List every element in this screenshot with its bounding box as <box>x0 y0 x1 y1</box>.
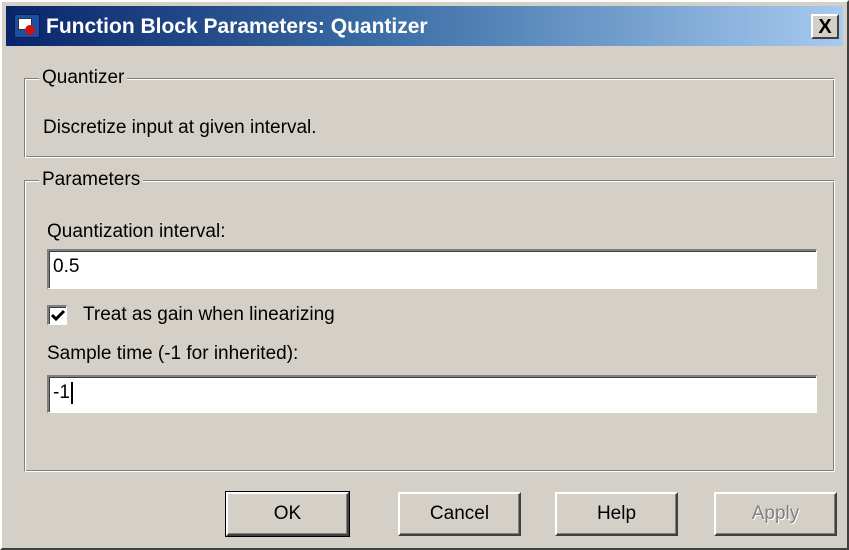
help-button[interactable]: Help <box>555 492 678 536</box>
quantization-interval-label: Quantization interval: <box>47 221 226 242</box>
treat-as-gain-label[interactable]: Treat as gain when linearizing <box>83 304 335 326</box>
text-cursor <box>70 382 73 404</box>
sample-time-value: -1 <box>53 382 70 404</box>
close-button[interactable]: X <box>811 14 839 39</box>
apply-button[interactable]: Apply <box>714 492 837 536</box>
quantizer-group-title: Quantizer <box>39 67 128 89</box>
window-title: Function Block Parameters: Quantizer <box>46 15 428 38</box>
cancel-button[interactable]: Cancel <box>398 492 521 536</box>
parameters-groupbox: Parameters Quantization interval: 0.5 Tr… <box>24 169 835 472</box>
apply-button-label: Apply <box>751 503 800 524</box>
ok-button-label: OK <box>273 503 302 524</box>
help-button-label: Help <box>596 503 637 524</box>
dialog-window: Function Block Parameters: Quantizer X Q… <box>0 0 849 550</box>
sample-time-label: Sample time (-1 for inherited): <box>47 343 299 364</box>
cancel-button-label: Cancel <box>429 503 490 524</box>
sample-time-field[interactable]: -1 <box>47 375 817 413</box>
treat-as-gain-checkbox[interactable] <box>47 305 67 325</box>
checkmark-icon <box>50 309 66 322</box>
quantization-interval-value: 0.5 <box>53 256 80 277</box>
quantization-interval-field[interactable]: 0.5 <box>47 249 817 289</box>
block-description: Discretize input at given interval. <box>43 117 317 138</box>
close-icon: X <box>818 15 832 38</box>
simulink-block-icon <box>14 14 40 38</box>
ok-button[interactable]: OK <box>225 491 350 537</box>
title-bar[interactable]: Function Block Parameters: Quantizer X <box>6 6 843 46</box>
parameters-group-title: Parameters <box>39 169 144 191</box>
quantizer-groupbox: Quantizer Discretize input at given inte… <box>24 67 835 158</box>
